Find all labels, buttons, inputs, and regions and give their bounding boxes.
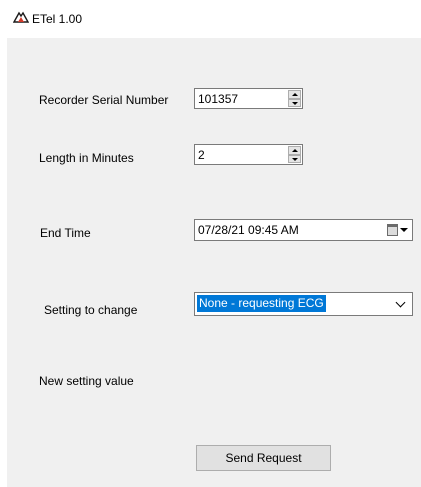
- new-setting-value-label: New setting value: [39, 374, 134, 388]
- end-time-picker[interactable]: 07/28/21 09:45 AM: [194, 219, 413, 241]
- serial-number-spinner: [288, 90, 301, 107]
- arrow-down-icon: [292, 101, 298, 105]
- setting-selected-value: None - requesting ECG: [197, 295, 326, 312]
- length-decrement-button[interactable]: [288, 154, 301, 163]
- title-bar: ETel 1.00: [0, 0, 421, 36]
- serial-decrement-button[interactable]: [288, 98, 301, 107]
- app-logo-icon: [13, 11, 29, 23]
- serial-number-value: 101357: [198, 92, 239, 106]
- arrow-up-icon: [292, 149, 298, 152]
- arrow-up-icon: [292, 93, 298, 96]
- end-time-label: End Time: [40, 226, 91, 240]
- setting-to-change-select[interactable]: None - requesting ECG: [194, 292, 413, 316]
- chevron-down-icon[interactable]: [395, 297, 406, 308]
- length-minutes-value: 2: [198, 148, 205, 162]
- arrow-down-icon: [292, 157, 298, 161]
- setting-to-change-label: Setting to change: [44, 303, 138, 317]
- send-request-button[interactable]: Send Request: [196, 445, 331, 471]
- length-minutes-label: Length in Minutes: [39, 151, 134, 165]
- window-title: ETel 1.00: [32, 12, 83, 26]
- dropdown-arrow-icon[interactable]: [400, 228, 408, 232]
- serial-increment-button[interactable]: [288, 90, 301, 99]
- serial-number-input[interactable]: 101357: [194, 88, 303, 109]
- length-minutes-input[interactable]: 2: [194, 144, 303, 165]
- end-time-value: 07/28/21 09:45 AM: [198, 223, 299, 237]
- calendar-icon[interactable]: [387, 224, 398, 236]
- length-increment-button[interactable]: [288, 146, 301, 155]
- length-minutes-spinner: [288, 146, 301, 163]
- serial-number-label: Recorder Serial Number: [39, 93, 169, 107]
- form-panel: Recorder Serial Number 101357 Length in …: [7, 38, 421, 487]
